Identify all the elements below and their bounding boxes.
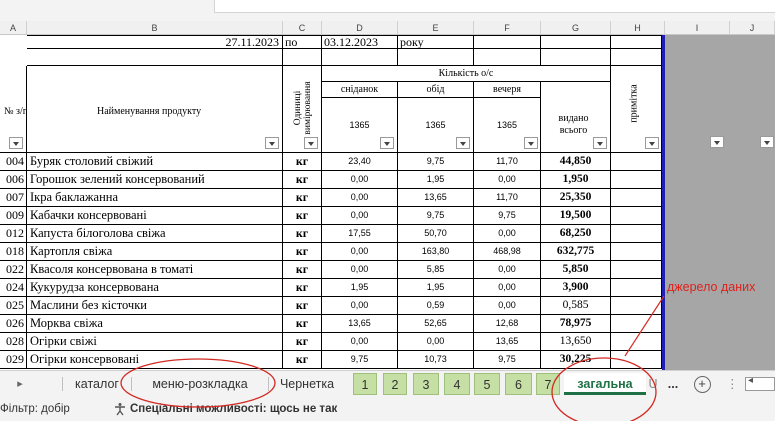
annotation-data-source: джерело даних xyxy=(667,280,756,294)
annotation-overlay xyxy=(120,295,665,421)
annotation-pointer-line xyxy=(624,295,665,357)
annotation-ellipse-general xyxy=(551,357,657,421)
annotation-ellipse-menu xyxy=(120,358,276,408)
